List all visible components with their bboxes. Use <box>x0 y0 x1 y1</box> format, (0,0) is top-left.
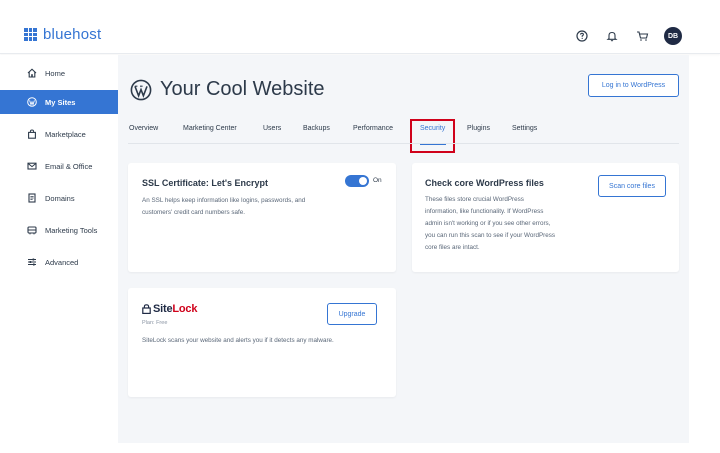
tab-marketing-center[interactable]: Marketing Center <box>183 125 237 132</box>
wordpress-icon <box>26 97 37 108</box>
tab-backups[interactable]: Backups <box>303 125 330 132</box>
ssl-card-desc-line-1: An SSL helps keep information like login… <box>142 197 306 204</box>
sidebar-item-label: Marketplace <box>45 129 86 139</box>
wordpress-logo-icon <box>130 79 152 100</box>
sidebar: Home My Sites Marketplace Email & Office… <box>0 55 118 453</box>
sitelock-plan: Plan: Free <box>142 320 168 326</box>
tab-plugins[interactable]: Plugins <box>467 125 490 132</box>
bag-icon <box>26 129 37 140</box>
bell-icon[interactable] <box>604 28 620 44</box>
brand-name: bluehost <box>43 26 102 43</box>
bottom-strip <box>118 443 720 453</box>
sitelock-wordmark: SiteLock <box>153 303 197 315</box>
sitelock-desc: SiteLock scans your website and alerts y… <box>142 337 334 344</box>
sitelock-logo: SiteLock <box>142 303 197 315</box>
tab-settings[interactable]: Settings <box>512 125 537 132</box>
tabs-divider <box>128 143 679 144</box>
mail-icon <box>26 161 37 172</box>
sidebar-item-home[interactable]: Home <box>0 61 118 85</box>
sidebar-item-marketplace[interactable]: Marketplace <box>0 122 118 146</box>
sidebar-item-label: Email & Office <box>45 161 93 171</box>
tab-bar: Overview Marketing Center Users Backups … <box>118 125 689 145</box>
check-core-files-card: Check core WordPress files Scan core fil… <box>412 163 679 272</box>
core-files-desc-line-4: you can run this scan to see if your Wor… <box>425 232 556 239</box>
sliders-icon <box>26 257 37 268</box>
top-bar: bluehost DB <box>0 0 720 54</box>
main-content: Your Cool Website Log in to WordPress Ov… <box>118 55 689 443</box>
page-title: Your Cool Website <box>160 78 325 100</box>
sidebar-item-my-sites[interactable]: My Sites <box>0 90 118 114</box>
avatar[interactable]: DB <box>664 27 682 45</box>
bluehost-grid-icon <box>24 28 37 41</box>
sidebar-item-label: Home <box>45 68 66 78</box>
sidebar-item-label: Advanced <box>45 257 79 267</box>
bluehost-logo[interactable]: bluehost <box>24 26 101 43</box>
scan-core-files-button[interactable]: Scan core files <box>598 175 666 197</box>
tab-overview[interactable]: Overview <box>129 125 158 132</box>
core-files-desc-line-2: information, like functionality. If Word… <box>425 208 544 215</box>
sidebar-item-label: Domains <box>45 193 75 203</box>
ssl-certificate-card: SSL Certificate: Let's Encrypt On An SSL… <box>128 163 396 272</box>
sitelock-wordmark-site: Site <box>153 303 173 315</box>
tab-performance[interactable]: Performance <box>353 125 393 132</box>
ssl-card-desc-line-2: customers' credit card numbers safe. <box>142 209 246 216</box>
lock-icon <box>142 304 151 314</box>
sidebar-item-marketing-tools[interactable]: Marketing Tools <box>0 218 118 242</box>
megaphone-icon <box>26 225 37 236</box>
ssl-toggle[interactable] <box>345 175 369 187</box>
sitelock-wordmark-lock: Lock <box>172 303 198 315</box>
toggle-knob <box>359 177 367 185</box>
core-files-desc-line-3: admin isn't working or if you see other … <box>425 220 551 227</box>
sitelock-card: SiteLock Plan: Free Upgrade SiteLock sca… <box>128 288 396 397</box>
site-header: Your Cool Website <box>130 78 325 101</box>
sidebar-item-advanced[interactable]: Advanced <box>0 250 118 274</box>
upgrade-button[interactable]: Upgrade <box>327 303 377 325</box>
help-circle-icon[interactable] <box>574 28 590 44</box>
security-tab-highlight-box <box>410 119 455 153</box>
sidebar-item-email-office[interactable]: Email & Office <box>0 154 118 178</box>
tab-users[interactable]: Users <box>263 125 281 132</box>
home-icon <box>26 68 37 79</box>
core-files-card-title: Check core WordPress files <box>425 178 544 188</box>
cart-icon[interactable] <box>634 28 650 44</box>
core-files-desc-line-1: These files store crucial WordPress <box>425 196 524 203</box>
sidebar-item-label: My Sites <box>45 97 76 107</box>
sidebar-item-label: Marketing Tools <box>45 225 98 235</box>
ssl-toggle-label: On <box>373 177 382 184</box>
ssl-card-title: SSL Certificate: Let's Encrypt <box>142 178 269 188</box>
core-files-desc-line-5: core files are intact. <box>425 244 480 251</box>
sidebar-item-domains[interactable]: Domains <box>0 186 118 210</box>
document-icon <box>26 193 37 204</box>
log-in-to-wordpress-button[interactable]: Log in to WordPress <box>588 74 679 97</box>
